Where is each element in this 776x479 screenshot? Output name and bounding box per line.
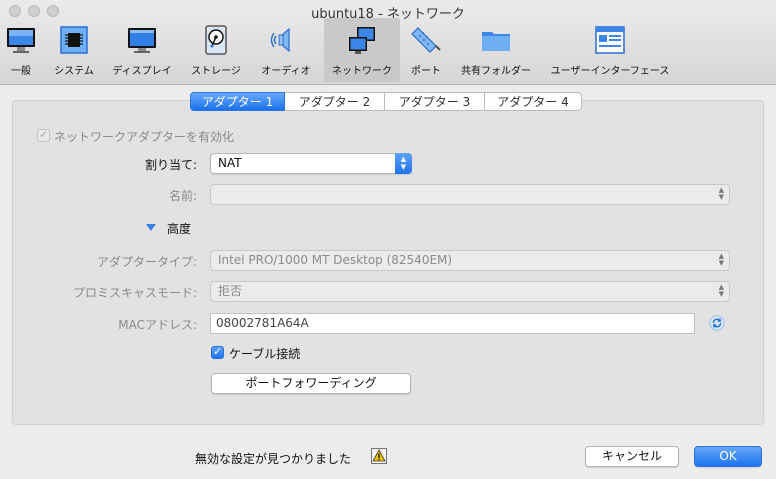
cable-connected-label: ケーブル接続 [229, 347, 301, 361]
adapter-type-label: アダプタータイプ: [96, 255, 197, 269]
toolbar-label: 一般 [11, 66, 31, 77]
tab-adapter-2[interactable]: アダプター 2 [285, 92, 385, 111]
attached-to-value: NAT [218, 156, 242, 170]
toolbar-label: ユーザーインターフェース [550, 66, 670, 77]
invalid-settings-message: 無効な設定が見つかりました [195, 452, 352, 466]
mac-address-label: MACアドレス: [118, 318, 197, 332]
promiscuous-mode-select[interactable]: 拒否 ▲ ▼ [210, 281, 730, 302]
toolbar-label: システム [54, 66, 94, 77]
attached-to-select[interactable]: NAT ▲ ▼ [210, 153, 412, 174]
toolbar-item-audio[interactable]: オーディオ [256, 18, 316, 82]
speaker-icon [270, 27, 290, 53]
tab-adapter-3[interactable]: アダプター 3 [385, 92, 485, 111]
warning-icon[interactable] [371, 448, 387, 464]
enable-adapter-label: ネットワークアダプターを有効化 [54, 130, 235, 144]
toolbar-label: 共有フォルダー [461, 66, 531, 77]
toolbar-label: オーディオ [261, 66, 311, 77]
settings-window: ubuntu18 - ネットワーク 一般 システム ディスプレイ ストレージ オ… [0, 0, 776, 479]
toolbar-item-ports[interactable]: ポート [406, 18, 446, 82]
network-icon [349, 27, 375, 54]
mac-address-field[interactable]: 08002781A64A [210, 313, 695, 334]
monitor-icon [7, 28, 35, 53]
promiscuous-mode-label: プロミスキャスモード: [72, 286, 197, 300]
cable-connected-checkbox[interactable]: ✓ [211, 345, 224, 359]
disk-icon [205, 25, 227, 55]
disclosure-triangle-icon[interactable] [146, 224, 156, 231]
refresh-icon[interactable] [709, 315, 725, 331]
chevron-updown-icon: ▲ ▼ [718, 252, 724, 267]
port-forwarding-button[interactable]: ポートフォワーディング [211, 373, 411, 394]
toolbar-item-general[interactable]: 一般 [2, 18, 40, 82]
port-icon [411, 27, 441, 53]
toolbar-item-system[interactable]: システム [50, 18, 98, 82]
toolbar-label: ポート [411, 66, 441, 77]
ui-window-icon [595, 26, 625, 54]
toolbar-item-network[interactable]: ネットワーク [324, 18, 400, 82]
chevron-updown-icon: ▲ ▼ [718, 283, 724, 298]
toolbar-item-user-interface[interactable]: ユーザーインターフェース [546, 18, 674, 82]
name-label: 名前: [168, 189, 197, 203]
folder-icon [482, 32, 510, 51]
toolbar-label: ネットワーク [332, 66, 392, 77]
toolbar-item-shared-folders[interactable]: 共有フォルダー [456, 18, 536, 82]
adapter-type-value: Intel PRO/1000 MT Desktop (82540EM) [218, 253, 453, 267]
advanced-label[interactable]: 高度 [167, 220, 191, 237]
display-icon [128, 28, 156, 53]
adapter-tabs: アダプター 1 アダプター 2 アダプター 3 アダプター 4 [190, 92, 582, 111]
name-select[interactable]: ▲ ▼ [210, 184, 730, 205]
chevron-updown-icon: ▲ ▼ [395, 153, 412, 174]
toolbar: ubuntu18 - ネットワーク 一般 システム ディスプレイ ストレージ オ… [0, 0, 776, 85]
adapter-type-select[interactable]: Intel PRO/1000 MT Desktop (82540EM) ▲ ▼ [210, 250, 730, 271]
toolbar-label: ディスプレイ [112, 66, 172, 77]
tab-adapter-4[interactable]: アダプター 4 [485, 92, 582, 111]
toolbar-item-display[interactable]: ディスプレイ [110, 18, 174, 82]
toolbar-label: ストレージ [191, 66, 241, 77]
promiscuous-mode-value: 拒否 [218, 284, 243, 298]
chevron-updown-icon: ▲ ▼ [718, 186, 724, 201]
enable-adapter-checkbox[interactable]: ✓ [37, 128, 50, 142]
cancel-button[interactable]: キャンセル [585, 446, 679, 467]
toolbar-item-storage[interactable]: ストレージ [186, 18, 246, 82]
tab-adapter-1[interactable]: アダプター 1 [190, 92, 285, 111]
chip-icon [60, 26, 88, 54]
attached-to-label: 割り当て: [144, 158, 197, 172]
ok-button[interactable]: OK [694, 446, 762, 467]
